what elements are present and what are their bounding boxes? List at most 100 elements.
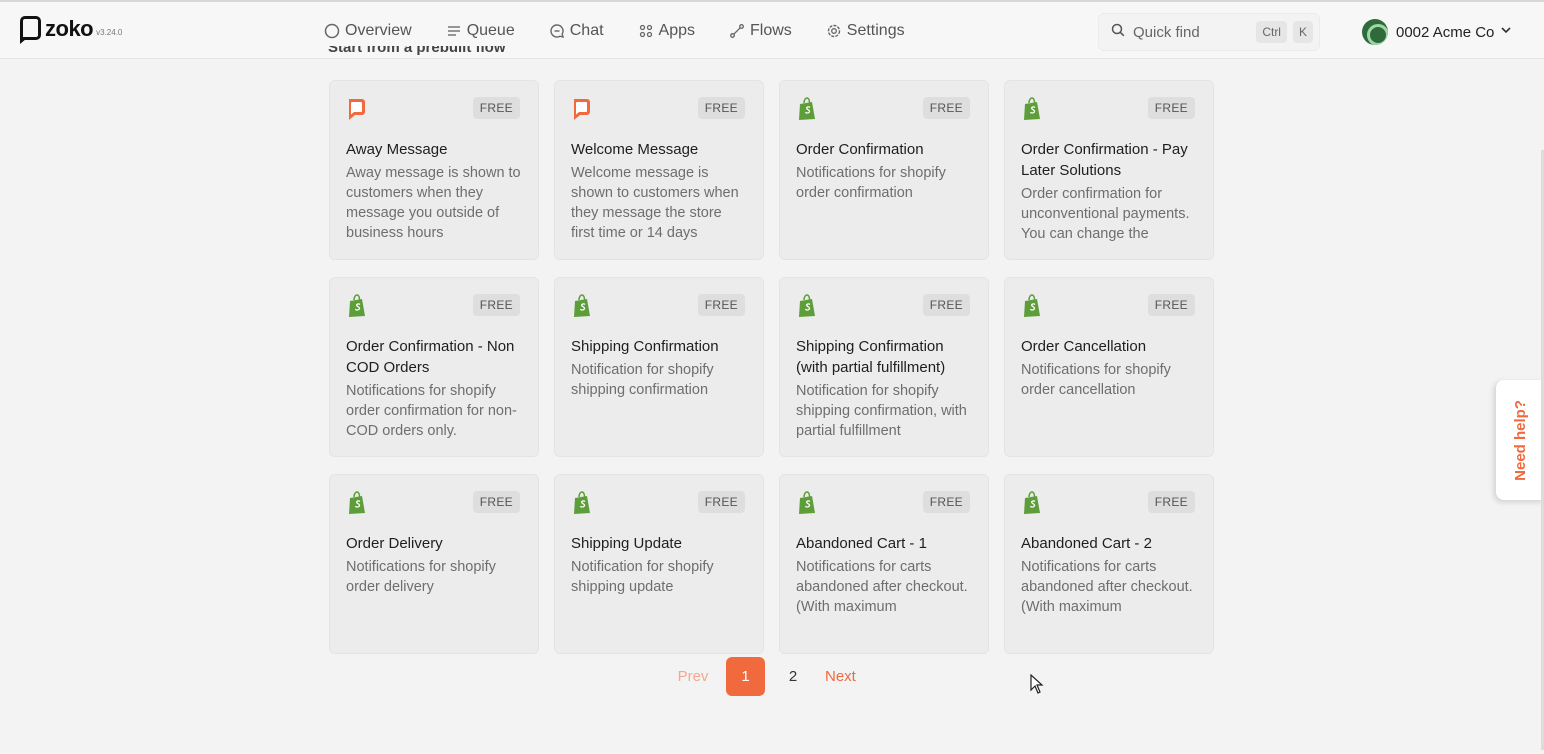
nav-chat-label: Chat (569, 22, 604, 39)
card-title: Welcome Message (571, 141, 699, 158)
nav-chat[interactable]: Chat (549, 19, 604, 43)
mouse-cursor-icon (1030, 673, 1044, 694)
gear-icon (826, 23, 842, 39)
flow-template-card-1[interactable]: FREE Away Message Away message is shown … (329, 80, 539, 260)
free-badge: FREE (922, 97, 970, 119)
account-avatar (1362, 19, 1388, 45)
zoko-chat-icon (571, 97, 593, 121)
flow-template-card-3[interactable]: FREE Order Confirmation Notifications fo… (779, 80, 989, 260)
card-description: Notifications for shopify order confirma… (346, 383, 517, 439)
card-title: Order Delivery (346, 535, 443, 552)
nav-queue[interactable]: Queue (446, 19, 515, 43)
nav-flows-label: Flows (750, 22, 792, 39)
flows-icon (729, 23, 745, 39)
flow-template-card-6[interactable]: FREE Shipping Confirmation Notification … (554, 277, 764, 457)
card-description: Notification for shopify shipping update (571, 559, 714, 595)
card-description: Notifications for carts abandoned after … (796, 559, 968, 615)
next-page-button[interactable]: Next (825, 668, 856, 685)
search-icon (1111, 23, 1125, 42)
apps-grid-icon (638, 23, 654, 39)
zoko-logo-icon (20, 16, 41, 44)
flow-template-card-11[interactable]: FREE Abandoned Cart - 1 Notifications fo… (779, 474, 989, 654)
shopify-icon (571, 294, 593, 318)
card-description: Notifications for carts abandoned after … (1021, 559, 1193, 615)
card-title: Away Message (346, 141, 448, 158)
nav-flows[interactable]: Flows (729, 19, 792, 43)
flow-template-card-4[interactable]: FREE Order Confirmation - Pay Later Solu… (1004, 80, 1214, 260)
card-description: Notification for shopify shipping confir… (571, 362, 714, 398)
nav-overview[interactable]: Overview (324, 19, 412, 43)
shopify-icon (571, 491, 593, 515)
card-description: Order confirmation for unconventional pa… (1021, 186, 1190, 242)
app-name: zoko (45, 16, 94, 41)
shopify-icon (1021, 294, 1043, 318)
card-title: Shipping Confirmation (with partial fulf… (796, 338, 946, 376)
free-badge: FREE (697, 294, 745, 316)
card-title: Order Cancellation (1021, 338, 1147, 355)
top-bar: zoko v3.24.0 Overview Queue Chat Apps Fl… (0, 0, 1544, 59)
nav-apps-label: Apps (658, 22, 695, 39)
shopify-icon (796, 491, 818, 515)
nav-overview-label: Overview (345, 22, 412, 39)
shopify-icon (346, 491, 368, 515)
card-description: Notifications for shopify order confirma… (796, 165, 946, 201)
flow-template-grid: FREE Away Message Away message is shown … (329, 80, 1214, 654)
free-badge: FREE (922, 491, 970, 513)
page-2-button[interactable]: 2 (781, 668, 805, 685)
pagination: Prev 1 2 Next (660, 657, 856, 696)
nav-settings-label: Settings (846, 22, 905, 39)
flow-template-card-8[interactable]: FREE Order Cancellation Notifications fo… (1004, 277, 1214, 457)
shopify-icon (1021, 491, 1043, 515)
need-help-tab[interactable]: Need help? (1496, 380, 1544, 500)
account-name: 0002 Acme Co (1396, 23, 1495, 41)
flow-template-card-12[interactable]: FREE Abandoned Cart - 2 Notifications fo… (1004, 474, 1214, 654)
nav-queue-label: Queue (466, 22, 515, 39)
shopify-icon (796, 294, 818, 318)
card-description: Welcome message is shown to customers wh… (571, 165, 739, 241)
flow-template-card-2[interactable]: FREE Welcome Message Welcome message is … (554, 80, 764, 260)
section-heading-text: Start from a prebuilt flow (328, 46, 506, 56)
free-badge: FREE (472, 97, 520, 119)
main-nav: Overview Queue Chat Apps Flows Settings (324, 19, 939, 43)
list-icon (446, 23, 462, 39)
free-badge: FREE (697, 97, 745, 119)
card-description: Notifications for shopify order delivery (346, 559, 496, 595)
chat-icon (549, 23, 565, 39)
zoko-logo[interactable]: zoko v3.24.0 (20, 16, 123, 44)
free-badge: FREE (1147, 491, 1195, 513)
shopify-icon (346, 294, 368, 318)
free-badge: FREE (1147, 97, 1195, 119)
need-help-label: Need help? (1511, 399, 1529, 481)
flow-template-card-10[interactable]: FREE Shipping Update Notification for sh… (554, 474, 764, 654)
shopify-icon (1021, 97, 1043, 121)
nav-settings[interactable]: Settings (826, 19, 905, 43)
zoko-chat-icon (346, 97, 368, 121)
card-title: Order Confirmation - Pay Later Solutions (1021, 141, 1188, 179)
prev-page-button[interactable]: Prev (660, 668, 726, 685)
account-switcher[interactable]: 0002 Acme Co (1362, 19, 1512, 45)
card-description: Away message is shown to customers when … (346, 165, 521, 241)
chevron-down-icon (1500, 23, 1512, 41)
shopify-icon (796, 97, 818, 121)
quick-find-placeholder: Quick find (1133, 23, 1200, 41)
flow-template-card-7[interactable]: FREE Shipping Confirmation (with partial… (779, 277, 989, 457)
flow-template-card-5[interactable]: FREE Order Confirmation - Non COD Orders… (329, 277, 539, 457)
free-badge: FREE (922, 294, 970, 316)
free-badge: FREE (472, 491, 520, 513)
free-badge: FREE (472, 294, 520, 316)
card-description: Notification for shopify shipping confir… (796, 383, 967, 439)
quick-find-input[interactable]: Quick find Ctrl K (1098, 13, 1320, 51)
app-version: v3.24.0 (96, 28, 123, 37)
card-title: Abandoned Cart - 2 (1021, 535, 1152, 552)
flow-template-card-9[interactable]: FREE Order Delivery Notifications for sh… (329, 474, 539, 654)
card-title: Abandoned Cart - 1 (796, 535, 927, 552)
circle-icon (324, 23, 340, 39)
card-title: Order Confirmation - Non COD Orders (346, 338, 515, 376)
shortcut-ctrl: Ctrl (1256, 21, 1287, 43)
card-description: Notifications for shopify order cancella… (1021, 362, 1171, 398)
shortcut-k: K (1292, 21, 1313, 43)
nav-apps[interactable]: Apps (638, 19, 695, 43)
card-title: Shipping Confirmation (571, 338, 719, 355)
page-1-button[interactable]: 1 (726, 657, 765, 696)
free-badge: FREE (1147, 294, 1195, 316)
